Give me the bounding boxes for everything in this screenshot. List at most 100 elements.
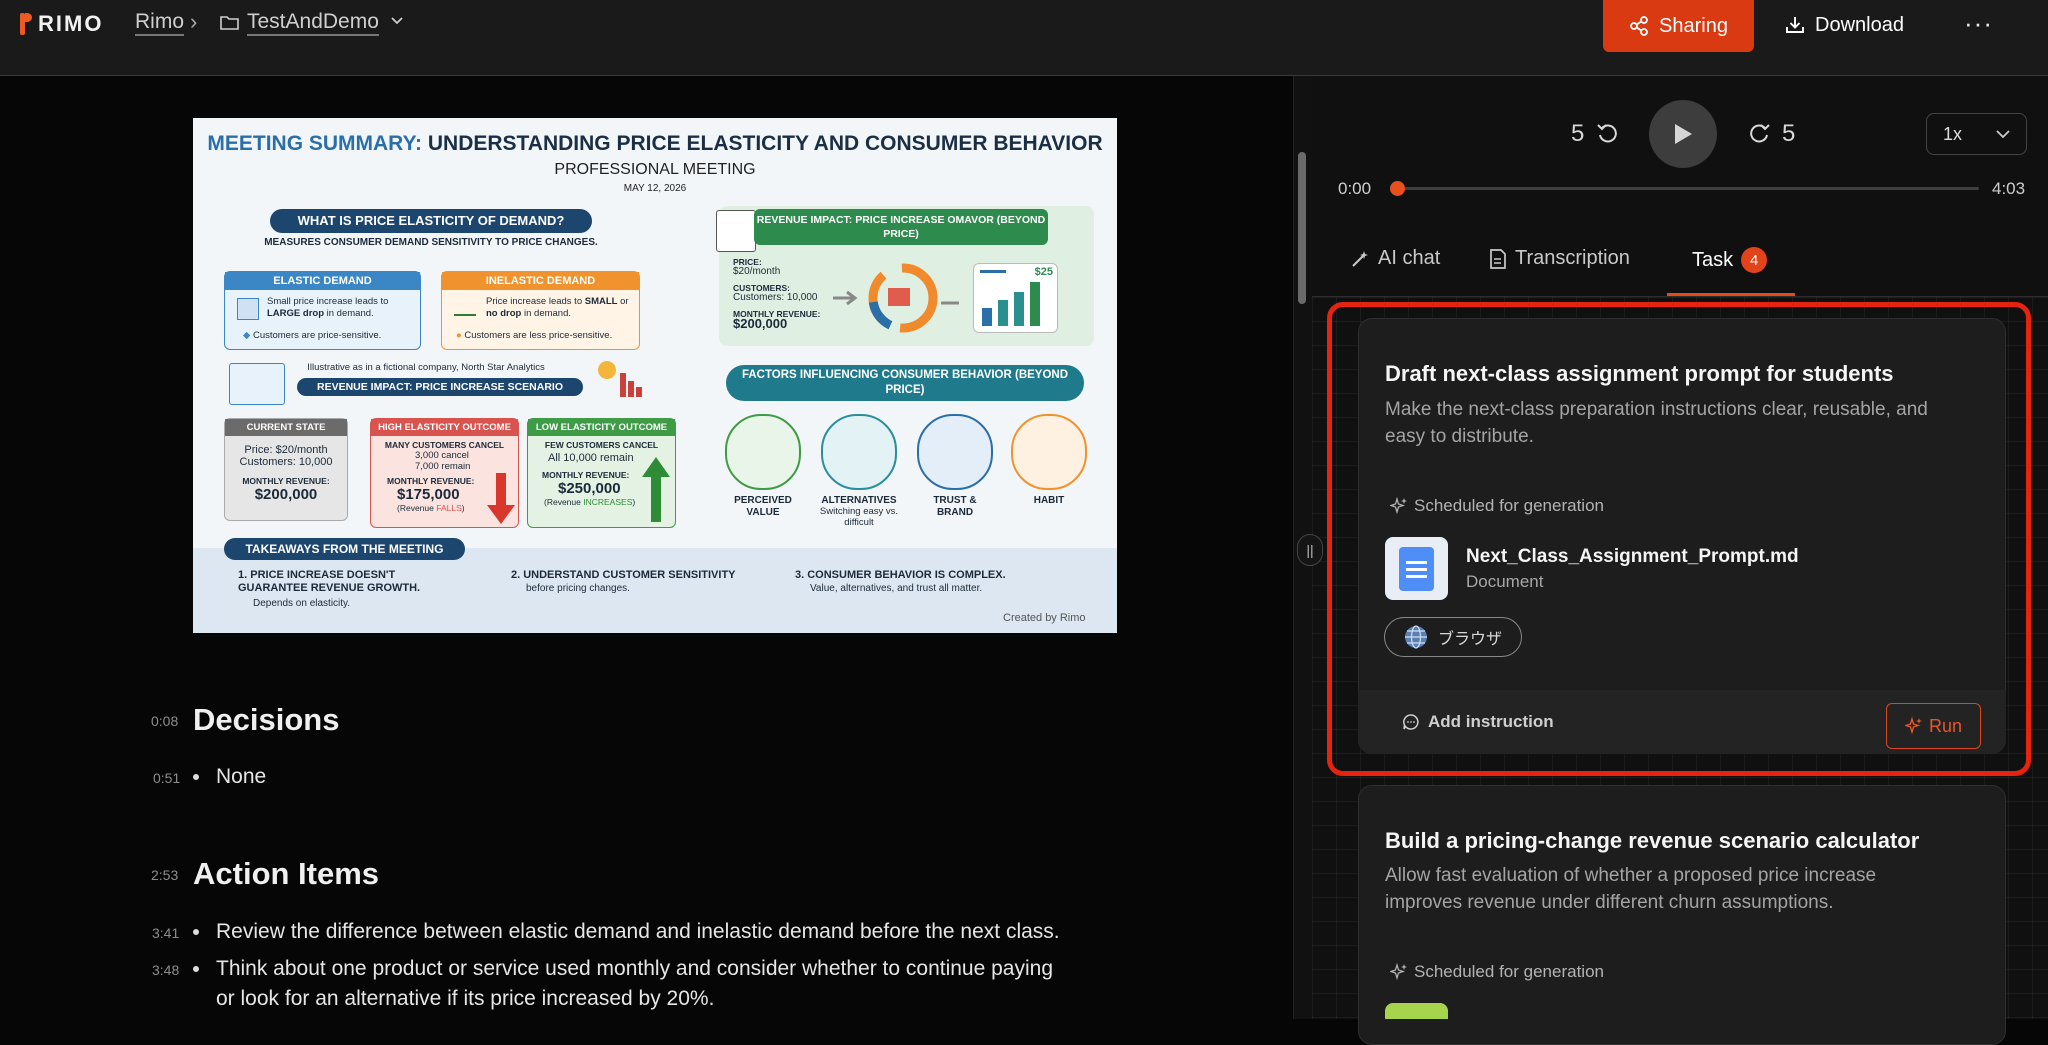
rewind-seconds: 5 <box>1571 120 1585 147</box>
elastic-line2: ◆ Customers are price-sensitive. <box>243 330 381 341</box>
ri-chart-label: $25 <box>1034 266 1053 278</box>
elastic-demand-box: ELASTIC DEMAND Small price increase lead… <box>224 271 421 350</box>
current-customers: Customers: 10,000 <box>239 456 333 468</box>
low-elasticity-l1: FEW CUSTOMERS CANCEL <box>544 440 659 450</box>
low-elasticity-title: LOW ELASTICITY OUTCOME <box>528 419 675 436</box>
current-price: Price: $20/month <box>244 444 328 456</box>
tab-task[interactable]: Task 4 <box>1692 247 1768 273</box>
thumbs-up-stars-icon <box>725 414 801 490</box>
factors-title: FACTORS INFLUENCING CONSUMER BEHAVIOR (B… <box>726 365 1084 401</box>
illustrative-note: Illustrative as in a fictional company, … <box>307 362 545 373</box>
rimo-logo-icon <box>20 13 32 35</box>
action-item-text: Review the difference between elastic de… <box>216 920 1060 943</box>
playback-timeline[interactable] <box>1397 187 1979 190</box>
rimo-logo[interactable]: RIMO <box>20 11 103 37</box>
ri-revenue: $200,000 <box>733 316 788 331</box>
task-count-badge: 4 <box>1741 247 1768 273</box>
breadcrumb-folder[interactable]: TestAndDemo <box>247 10 379 34</box>
low-note-c: ) <box>632 497 636 507</box>
elastic-line2-text: Customers are price-sensitive. <box>252 330 382 341</box>
revenue-bar-chart-icon: $25 <box>973 263 1058 333</box>
elastic-line1c: in demand. <box>326 308 374 319</box>
play-button[interactable] <box>1649 100 1717 168</box>
timeline-knob[interactable] <box>1390 181 1405 196</box>
low-note-b: INCREASES <box>583 497 633 507</box>
left-scrollbar-thumb[interactable] <box>1298 152 1306 304</box>
takeaway-3-title: 3. CONSUMER BEHAVIOR IS COMPLEX. <box>795 569 1006 581</box>
infographic-subtitle: PROFESSIONAL MEETING <box>554 161 756 178</box>
factor-perceived-value: PERCEIVED VALUE <box>723 414 803 519</box>
elastic-demand-title: ELASTIC DEMAND <box>225 272 420 290</box>
alternatives-icon <box>821 414 897 490</box>
total-time: 4:03 <box>1992 179 2026 198</box>
elastic-line1b: LARGE drop <box>267 308 324 319</box>
high-note-a: (Revenue <box>397 503 434 513</box>
factor-label: TRUST & BRAND <box>933 495 977 518</box>
tab-task-label: Task <box>1692 248 1734 271</box>
bullet-dot <box>193 966 199 972</box>
panel-resize-handle[interactable]: || <box>1297 534 1323 566</box>
ri-price: $20/month <box>733 266 781 277</box>
inelastic-line1e: in demand. <box>524 308 572 319</box>
playback-speed-select[interactable]: 1x <box>1926 113 2027 155</box>
tab-transcription-label: Transcription <box>1515 247 1630 269</box>
decisions-timestamp[interactable]: 0:08 <box>151 713 178 729</box>
inelastic-line2-text: Customers are less price-sensitive. <box>464 330 613 341</box>
task-status: Scheduled for generation <box>1390 962 1604 982</box>
current-revenue-label: MONTHLY REVENUE: <box>242 476 330 486</box>
breadcrumb-root[interactable]: Rimo <box>135 10 184 34</box>
forward-icon[interactable] <box>1747 122 1771 146</box>
inelastic-demand-box: INELASTIC DEMAND Price increase leads to… <box>441 271 640 350</box>
inelastic-demand-title: INELASTIC DEMAND <box>442 272 639 290</box>
action-item-text: Think about one product or service used … <box>216 957 1054 980</box>
factor-habit: HABIT <box>1009 414 1089 506</box>
decision-item-text: None <box>216 765 267 788</box>
up-arrow-icon <box>642 457 670 522</box>
logo-text: RIMO <box>38 11 104 36</box>
low-elasticity-box: LOW ELASTICITY OUTCOME FEW CUSTOMERS CAN… <box>527 418 676 528</box>
low-note-a: (Revenue <box>544 497 581 507</box>
folder-icon <box>220 16 239 30</box>
meeting-infographic: MEETING SUMMARY: UNDERSTANDING PRICE ELA… <box>193 118 1117 633</box>
folder-chevron-down-icon[interactable] <box>390 16 404 26</box>
high-note-b: FALLS <box>436 503 462 513</box>
current-revenue-value: $200,000 <box>254 486 318 503</box>
sharing-button[interactable]: Sharing <box>1603 0 1754 52</box>
task-description: Allow fast evaluation of whether a propo… <box>1385 865 1877 913</box>
tab-transcription[interactable]: Transcription <box>1489 247 1630 270</box>
spreadsheet-file-icon <box>1385 1003 1448 1019</box>
decision-item-timestamp[interactable]: 0:51 <box>153 770 180 786</box>
more-options-button[interactable]: ··· <box>1964 8 1993 38</box>
download-label: Download <box>1815 13 1904 36</box>
rewind-icon[interactable] <box>1596 122 1620 146</box>
action-item-timestamp[interactable]: 3:48 <box>152 962 179 978</box>
playback-speed-value: 1x <box>1943 123 1963 144</box>
inelastic-line1b: SMALL <box>584 296 618 307</box>
coin-falling-chart-icon <box>598 361 646 401</box>
bullet-dot <box>193 929 199 935</box>
infographic-date: MAY 12, 2026 <box>623 183 687 194</box>
inelastic-line1a: Price increase leads to <box>486 296 583 307</box>
action-item-timestamp[interactable]: 3:41 <box>152 925 179 941</box>
breadcrumb-separator: › <box>190 9 198 34</box>
download-icon <box>1786 17 1804 33</box>
takeaway-1-title: 1. PRICE INCREASE DOESN'T GUARANTEE REVE… <box>238 569 421 594</box>
sparkle-icon <box>1390 963 1407 981</box>
factor-trust-brand: TRUST & BRAND <box>915 414 995 519</box>
takeaway-2-sub: before pricing changes. <box>526 583 630 594</box>
high-elasticity-title: HIGH ELASTICITY OUTCOME <box>371 419 518 436</box>
action-item-text-line2: or look for an alternative if its price … <box>216 987 715 1010</box>
current-time: 0:00 <box>1338 179 1372 198</box>
ri-customers: Customers: 10,000 <box>733 292 818 303</box>
factor-label: ALTERNATIVES <box>821 495 897 506</box>
tab-ai-chat-label: AI chat <box>1378 247 1441 269</box>
bullet-dot <box>193 774 199 780</box>
takeaway-3-sub: Value, alternatives, and trust all matte… <box>810 583 983 594</box>
download-button[interactable]: Download <box>1785 8 1904 42</box>
revenue-impact-title: REVENUE IMPACT: PRICE INCREASE OMAVOR (B… <box>754 209 1048 245</box>
handshake-shield-icon <box>917 414 993 490</box>
tab-ai-chat[interactable]: AI chat <box>1350 247 1440 270</box>
factor-label: HABIT <box>1033 495 1065 506</box>
action-items-timestamp[interactable]: 2:53 <box>151 867 178 883</box>
transcript-doc-icon <box>1490 248 1506 269</box>
